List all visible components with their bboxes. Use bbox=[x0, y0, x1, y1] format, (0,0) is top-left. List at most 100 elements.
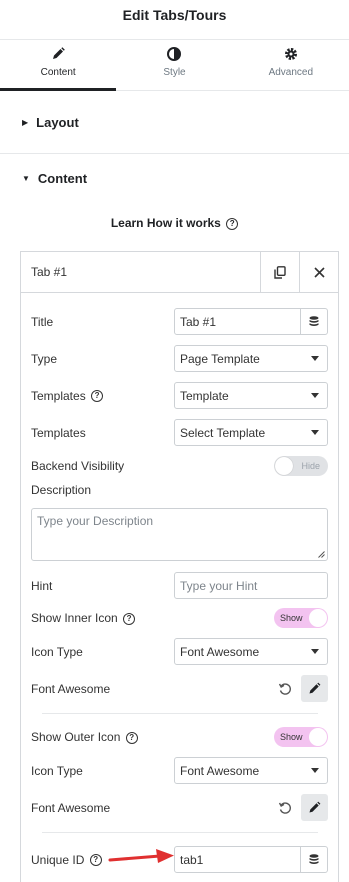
duplicate-button[interactable] bbox=[260, 252, 299, 292]
hint-label: Hint bbox=[31, 578, 53, 593]
database-icon bbox=[309, 854, 319, 864]
chevron-down-icon bbox=[311, 356, 319, 361]
resize-handle-icon[interactable] bbox=[318, 551, 325, 558]
field-select-template: Templates Select Template bbox=[31, 419, 328, 446]
reset-icon[interactable] bbox=[278, 801, 292, 815]
backend-visibility-toggle[interactable]: Hide bbox=[274, 456, 328, 476]
tab-advanced[interactable]: Advanced bbox=[233, 40, 349, 90]
caret-down-icon: ▼ bbox=[22, 174, 30, 183]
chevron-down-icon bbox=[311, 430, 319, 435]
description-placeholder: Type your Description bbox=[37, 514, 154, 528]
edit-icon-button[interactable] bbox=[301, 675, 328, 702]
tab-advanced-label: Advanced bbox=[268, 67, 314, 78]
show-outer-icon-toggle[interactable]: Show bbox=[274, 727, 328, 747]
tab-style-label: Style bbox=[163, 67, 186, 78]
type-select[interactable]: Page Template bbox=[174, 345, 328, 372]
database-icon bbox=[309, 316, 319, 326]
help-icon: ? bbox=[125, 731, 138, 744]
select-template-label: Templates bbox=[31, 425, 86, 440]
select-template-select[interactable]: Select Template bbox=[174, 419, 328, 446]
contrast-icon bbox=[167, 47, 182, 61]
pencil-icon bbox=[53, 47, 65, 59]
field-icon-type-outer: Icon Type Font Awesome bbox=[31, 757, 328, 784]
divider bbox=[42, 713, 318, 714]
section-content[interactable]: ▼ Content bbox=[0, 154, 349, 203]
gear-icon bbox=[284, 48, 297, 60]
help-icon: ? bbox=[89, 854, 102, 867]
chevron-down-icon bbox=[311, 768, 319, 773]
description-label: Description bbox=[31, 483, 92, 497]
section-layout[interactable]: ▶ Layout bbox=[0, 91, 349, 154]
copy-icon bbox=[274, 265, 286, 279]
section-content-label: Content bbox=[37, 171, 88, 186]
select-template-value: Select Template bbox=[180, 425, 266, 440]
close-icon bbox=[313, 266, 325, 278]
icon-type-outer-value: Font Awesome bbox=[180, 763, 260, 778]
field-description: Description bbox=[31, 483, 328, 497]
unique-id-input[interactable]: tab1 bbox=[174, 846, 328, 873]
field-unique-id: Unique ID ? tab1 bbox=[31, 846, 328, 873]
dynamic-tags-button[interactable] bbox=[300, 309, 327, 334]
toggle-knob bbox=[275, 457, 293, 475]
panel-tabs: Content Style Advanced bbox=[0, 40, 349, 91]
field-show-outer-icon: Show Outer Icon ? Show bbox=[31, 727, 328, 747]
toggle-knob bbox=[309, 728, 327, 746]
font-awesome-inner-label: Font Awesome bbox=[31, 681, 111, 696]
font-awesome-outer-label: Font Awesome bbox=[31, 800, 111, 815]
description-textarea[interactable]: Type your Description bbox=[31, 508, 328, 561]
type-value: Page Template bbox=[180, 351, 260, 366]
icon-type-inner-value: Font Awesome bbox=[180, 644, 260, 659]
icon-type-outer-label: Icon Type bbox=[31, 763, 83, 778]
icon-type-inner-select[interactable]: Font Awesome bbox=[174, 638, 328, 665]
repeater-header[interactable]: Tab #1 bbox=[21, 252, 338, 293]
field-templates: Templates ? Template bbox=[31, 382, 328, 409]
title-input[interactable]: Tab #1 bbox=[174, 308, 328, 335]
field-title: Title Tab #1 bbox=[31, 308, 328, 335]
panel-title: Edit Tabs/Tours bbox=[122, 7, 227, 23]
annotation-arrow bbox=[108, 849, 174, 863]
chevron-down-icon bbox=[311, 649, 319, 654]
field-font-awesome-outer: Font Awesome bbox=[31, 794, 328, 821]
edit-icon-button[interactable] bbox=[301, 794, 328, 821]
show-inner-icon-toggle[interactable]: Show bbox=[274, 608, 328, 628]
toggle-text: Hide bbox=[301, 461, 320, 471]
templates-label: Templates ? bbox=[31, 389, 174, 403]
tab-content-label: Content bbox=[40, 67, 76, 78]
reset-icon[interactable] bbox=[278, 682, 292, 696]
field-show-inner-icon: Show Inner Icon ? Show bbox=[31, 608, 328, 628]
templates-value: Template bbox=[180, 388, 229, 403]
divider bbox=[42, 832, 318, 833]
field-font-awesome-inner: Font Awesome bbox=[31, 675, 328, 702]
learn-how-it-works[interactable]: Learn How it works ? bbox=[0, 216, 349, 236]
pencil-icon bbox=[309, 682, 321, 694]
title-value: Tab #1 bbox=[180, 314, 217, 329]
toggle-text: Show bbox=[280, 732, 303, 742]
hint-input[interactable]: Type your Hint bbox=[174, 572, 328, 599]
field-backend-visibility: Backend Visibility Hide bbox=[31, 456, 328, 476]
remove-button[interactable] bbox=[299, 252, 338, 292]
templates-select[interactable]: Template bbox=[174, 382, 328, 409]
unique-id-value: tab1 bbox=[180, 852, 204, 867]
help-icon: ? bbox=[123, 612, 136, 625]
tab-content[interactable]: Content bbox=[0, 40, 117, 91]
pencil-icon bbox=[309, 801, 321, 813]
chevron-down-icon bbox=[311, 393, 319, 398]
type-label: Type bbox=[31, 351, 58, 366]
show-outer-icon-label: Show Outer Icon ? bbox=[31, 730, 274, 744]
section-layout-label: Layout bbox=[36, 114, 79, 130]
caret-right-icon: ▶ bbox=[22, 117, 29, 127]
panel-header: Edit Tabs/Tours bbox=[0, 0, 349, 40]
help-icon: ? bbox=[91, 390, 104, 403]
repeater-item: Tab #1 Title Tab #1 Type Page Template T… bbox=[20, 251, 339, 882]
toggle-knob bbox=[309, 609, 327, 627]
help-icon: ? bbox=[226, 217, 239, 230]
learn-label: Learn How it works bbox=[110, 216, 221, 230]
tab-style[interactable]: Style bbox=[116, 40, 232, 90]
hint-placeholder: Type your Hint bbox=[180, 578, 258, 593]
dynamic-tags-button[interactable] bbox=[300, 847, 327, 872]
icon-type-outer-select[interactable]: Font Awesome bbox=[174, 757, 328, 784]
field-type: Type Page Template bbox=[31, 345, 328, 372]
show-inner-icon-label: Show Inner Icon ? bbox=[31, 611, 274, 625]
repeater-title: Tab #1 bbox=[31, 265, 68, 279]
icon-type-inner-label: Icon Type bbox=[31, 644, 83, 659]
